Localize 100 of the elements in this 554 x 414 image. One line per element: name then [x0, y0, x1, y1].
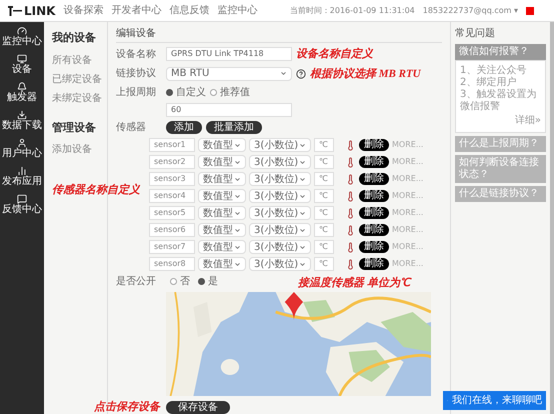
decimals-select[interactable]: 3(小数位): [249, 257, 311, 271]
unit-field[interactable]: ℃: [314, 138, 334, 152]
decimals-select[interactable]: 3(小数位): [249, 189, 311, 203]
delete-button[interactable]: 删除: [359, 173, 389, 185]
sub-sidebar-item[interactable]: 已绑定设备: [44, 70, 107, 88]
bar-chart-icon: [17, 166, 27, 176]
type-select[interactable]: 数值型: [198, 257, 246, 271]
caret-icon: [299, 244, 306, 250]
monitor-icon: [17, 54, 27, 64]
delete-button[interactable]: 删除: [359, 241, 389, 253]
nav-link[interactable]: 信息反馈: [169, 3, 210, 18]
current-time: 当前时间：2016-01-09 11:31:04: [290, 4, 415, 16]
sidebar-item[interactable]: 数据下载: [2, 110, 42, 132]
type-select[interactable]: 数值型: [198, 172, 246, 186]
add-button[interactable]: 批量添加: [206, 121, 262, 134]
radio-label: 否: [180, 275, 190, 289]
user-menu[interactable]: 1853222737@qq.com ▾: [422, 4, 518, 16]
answer-text: 3、触发器设置为微信报警: [460, 89, 538, 113]
notification-icon[interactable]: [526, 6, 534, 14]
caret-icon: [299, 260, 306, 268]
protocol-select[interactable]: MB RTU: [166, 66, 292, 81]
annotation-text: 设备名称自定义: [296, 46, 373, 62]
nav-link[interactable]: 设备探索: [63, 3, 104, 18]
caret-icon: [299, 158, 306, 166]
device-name-field[interactable]: GPRS DTU Link TP4118: [166, 47, 292, 62]
unit-field[interactable]: ℃: [314, 189, 334, 203]
sensor-name-field[interactable]: sensor4: [149, 189, 195, 203]
unit-field[interactable]: ℃: [314, 240, 334, 254]
sub-sidebar-item[interactable]: 未绑定设备: [44, 88, 107, 108]
decimals-select[interactable]: 3(小数位): [249, 172, 311, 186]
sub-sidebar-item[interactable]: 所有设备: [44, 50, 107, 70]
delete-button[interactable]: 删除: [359, 224, 389, 236]
delete-button[interactable]: 删除: [359, 190, 389, 202]
download-icon: [17, 110, 27, 120]
answer-text: 2、绑定用户: [460, 77, 518, 88]
type-select[interactable]: 数值型: [198, 189, 246, 203]
delete-button[interactable]: 删除: [359, 139, 389, 151]
sensor-name-field[interactable]: sensor6: [149, 223, 195, 237]
unit-field[interactable]: ℃: [314, 223, 334, 237]
radio-button[interactable]: [166, 89, 173, 96]
unit-field[interactable]: ℃: [314, 206, 334, 220]
caret-icon: [299, 210, 306, 216]
save-button[interactable]: 保存设备: [166, 400, 230, 414]
faq-item[interactable]: 微信如何报警？: [455, 44, 546, 60]
sensor-name-field[interactable]: sensor2: [149, 155, 195, 169]
decimals-select[interactable]: 3(小数位): [249, 223, 311, 237]
sidebar-item[interactable]: 用户中心: [2, 138, 42, 160]
sensor-name-field[interactable]: sensor5: [149, 206, 195, 220]
caret-icon: [280, 70, 287, 78]
period-field[interactable]: 60: [166, 103, 292, 117]
nav-link[interactable]: 开发者中心: [111, 3, 162, 18]
delete-button[interactable]: 删除: [359, 258, 389, 270]
sub-sidebar-item[interactable]: 添加设备: [44, 140, 107, 159]
radio-button[interactable]: [210, 89, 217, 96]
caret-icon: [234, 192, 241, 200]
sidebar-item[interactable]: 监控中心: [2, 26, 42, 48]
answer-text: 1、关注公众号: [460, 65, 528, 76]
caret-icon: [234, 244, 241, 250]
annotation-text: 传感器名称自定义: [52, 182, 140, 198]
type-select[interactable]: 数值型: [198, 223, 246, 237]
sidebar-item[interactable]: 反馈中心: [2, 194, 42, 216]
annotation-text: 接温度传感器 单位为℃: [298, 277, 410, 290]
unit-field[interactable]: ℃: [314, 155, 334, 169]
sidebar-item[interactable]: 触发器: [7, 82, 37, 104]
add-button[interactable]: 添加: [166, 121, 202, 134]
type-select[interactable]: 数值型: [198, 240, 246, 254]
delete-button[interactable]: 删除: [359, 207, 389, 219]
caret-icon: [234, 176, 241, 182]
unit-field[interactable]: ℃: [314, 257, 334, 271]
logo-icon: [8, 4, 22, 16]
sidebar-item[interactable]: 设备: [12, 54, 32, 76]
chat-button[interactable]: 我们在线，来聊聊吧: [443, 391, 546, 410]
radio-button[interactable]: [170, 278, 177, 285]
caret-icon: [234, 226, 241, 234]
sensor-name-field[interactable]: sensor7: [149, 240, 195, 254]
sensor-name-field[interactable]: sensor1: [149, 138, 195, 152]
decimals-select[interactable]: 3(小数位): [249, 138, 311, 152]
radio-button[interactable]: [198, 278, 205, 285]
sensor-name-field[interactable]: sensor8: [149, 257, 195, 271]
details-link[interactable]: 详细»: [514, 113, 541, 128]
unit-field[interactable]: ℃: [314, 172, 334, 186]
decimals-select[interactable]: 3(小数位): [249, 206, 311, 220]
caret-icon: [234, 260, 241, 268]
nav-link[interactable]: 监控中心: [217, 3, 258, 18]
type-select[interactable]: 数值型: [198, 206, 246, 220]
form-title: 编辑设备: [116, 26, 442, 43]
field-label: 链接协议: [116, 66, 157, 82]
type-select[interactable]: 数值型: [198, 155, 246, 169]
sidebar-item[interactable]: 发布应用: [2, 166, 42, 188]
field-label: 是否公开: [116, 275, 157, 289]
sensor-name-field[interactable]: sensor3: [149, 172, 195, 186]
section-title: 我的设备: [50, 30, 97, 46]
delete-button[interactable]: 删除: [359, 156, 389, 168]
caret-icon: [234, 210, 241, 216]
caret-icon: [234, 158, 241, 166]
decimals-select[interactable]: 3(小数位): [249, 155, 311, 169]
type-select[interactable]: 数值型: [198, 138, 246, 152]
faq-title: 常见问题: [455, 26, 496, 41]
help-icon[interactable]: [296, 68, 306, 79]
decimals-select[interactable]: 3(小数位): [249, 240, 311, 254]
